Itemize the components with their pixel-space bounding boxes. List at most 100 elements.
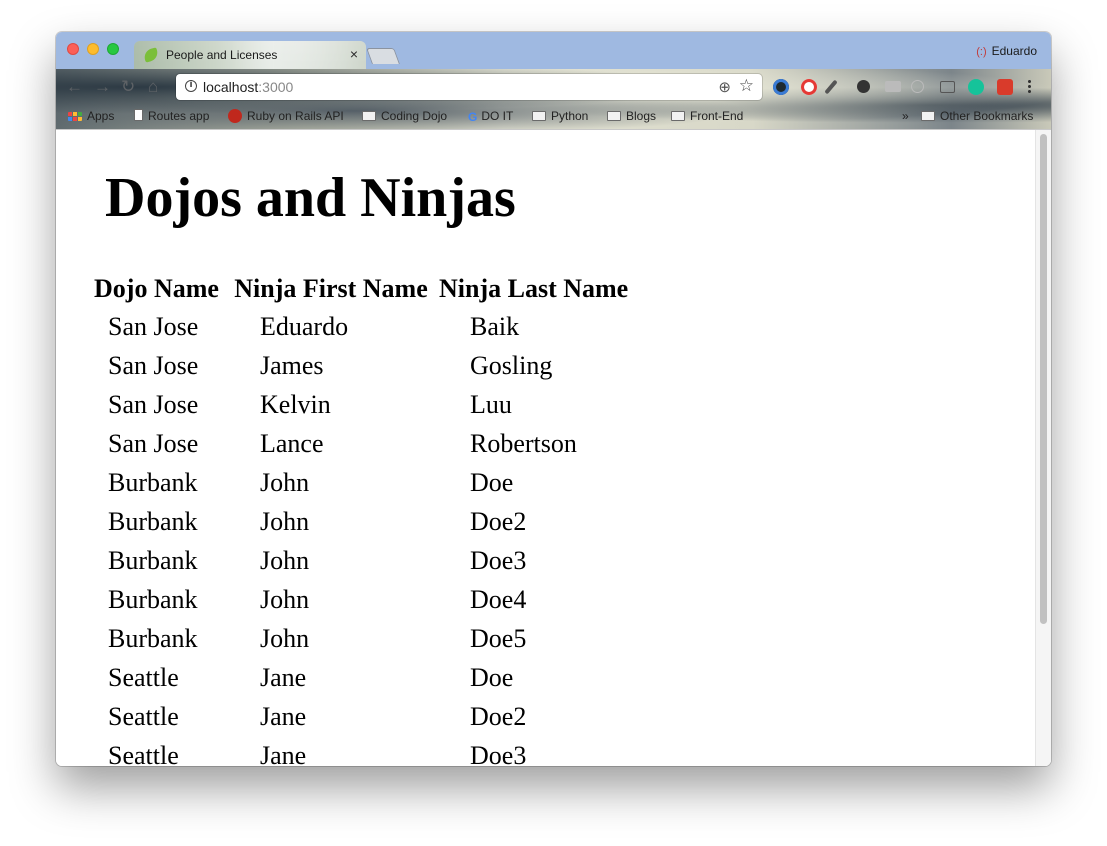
cell-dojo-name: San Jose — [108, 389, 199, 419]
css-extension-icon[interactable] — [885, 81, 901, 92]
bookmark-blogs[interactable]: Blogs — [607, 109, 656, 123]
cell-dojo-name: San Jose — [108, 428, 199, 458]
bookmark-label: Python — [551, 109, 589, 123]
cell-ninja-last-name: Luu — [470, 389, 512, 419]
cell-dojo-name: San Jose — [108, 350, 199, 380]
url-port: :3000 — [258, 79, 294, 95]
home-icon[interactable]: ⌂ — [148, 78, 158, 96]
bookmark-routes-app[interactable]: Routes app — [134, 109, 209, 123]
forward-arrow-icon[interactable]: → — [94, 78, 111, 96]
bookmark-label: Blogs — [626, 109, 657, 123]
cell-ninja-last-name: Doe — [470, 662, 514, 692]
bookmark-ruby-on-rails-api[interactable]: Ruby on Rails API — [228, 109, 344, 123]
cell-ninja-last-name: Doe2 — [470, 701, 527, 731]
info-icon[interactable]: i — [185, 80, 197, 92]
table-row: Burbank John Doe — [88, 463, 630, 502]
google-icon: G — [468, 110, 478, 124]
back-arrow-icon[interactable]: ← — [66, 78, 83, 96]
cell-ninja-first-name: James — [260, 350, 324, 380]
grammarly-icon[interactable] — [968, 79, 984, 95]
table-row: Seattle Jane Doe2 — [88, 697, 630, 736]
new-tab-button[interactable] — [366, 48, 400, 64]
bookmark-front-end[interactable]: Front-End — [671, 109, 743, 123]
browser-window: People and Licenses × (:) Eduardo ← → ↻ ⌂… — [56, 32, 1051, 766]
cell-dojo-name: San Jose — [108, 311, 199, 341]
red-extension-icon[interactable] — [997, 79, 1013, 95]
extension-color-picker-icon[interactable] — [773, 79, 789, 95]
cell-dojo-name: Burbank — [108, 506, 198, 536]
tab-title: People and Licenses — [166, 48, 278, 62]
minimize-window-button[interactable] — [87, 43, 99, 55]
table-row: Burbank John Doe5 — [88, 619, 630, 658]
ruby-icon — [228, 109, 242, 123]
cast-icon[interactable] — [940, 81, 955, 93]
cell-ninja-last-name: Doe2 — [470, 506, 527, 536]
cell-dojo-name: Burbank — [108, 623, 198, 653]
bookmark-star-icon[interactable]: ☆ — [739, 76, 754, 96]
tab-people-and-licenses[interactable]: People and Licenses × — [134, 41, 366, 69]
cell-ninja-first-name: Jane — [260, 701, 307, 731]
vertical-scrollbar[interactable] — [1035, 130, 1051, 766]
reload-icon[interactable]: ↻ — [121, 78, 135, 96]
profile-icon: (:) — [976, 46, 987, 58]
page-viewport: Dojos and Ninjas Dojo Name Ninja First N… — [56, 129, 1051, 766]
cell-ninja-last-name: Doe3 — [470, 740, 527, 767]
cell-ninja-first-name: John — [260, 545, 310, 575]
table-body: San Jose Eduardo Baik San Jose James Gosling S… — [88, 307, 630, 767]
cell-ninja-first-name: Lance — [260, 428, 324, 458]
cell-dojo-name: Burbank — [108, 584, 198, 614]
gear-icon[interactable] — [857, 80, 870, 93]
maximize-window-button[interactable] — [107, 43, 119, 55]
bookmark-do-it[interactable]: G DO IT — [468, 109, 513, 124]
table-row: Burbank John Doe4 — [88, 580, 630, 619]
bookmark-label: Apps — [87, 109, 115, 123]
cell-ninja-first-name: Kelvin — [260, 389, 331, 419]
close-window-button[interactable] — [67, 43, 79, 55]
ninjas-table: Dojo Name Ninja First Name Ninja Last Na… — [88, 270, 630, 767]
leaf-favicon-icon — [142, 47, 160, 63]
bookmark-apps[interactable]: Apps — [68, 109, 114, 123]
cell-ninja-last-name: Doe — [470, 467, 514, 497]
table-row: San Jose James Gosling — [88, 346, 630, 385]
zoom-icon[interactable]: ⊕ — [718, 78, 731, 96]
profile-button[interactable]: (:) Eduardo — [976, 44, 1037, 58]
bookmark-label: DO IT — [481, 109, 514, 123]
cell-ninja-last-name: Baik — [470, 311, 520, 341]
cell-ninja-last-name: Doe3 — [470, 545, 527, 575]
table-header-row: Dojo Name Ninja First Name Ninja Last Na… — [88, 270, 630, 307]
cell-ninja-last-name: Gosling — [470, 350, 553, 380]
folder-icon — [362, 111, 376, 121]
apps-grid-icon — [68, 112, 82, 121]
search-extension-icon[interactable] — [911, 80, 924, 93]
bookmark-coding-dojo[interactable]: Coding Dojo — [362, 109, 447, 123]
profile-name: Eduardo — [991, 44, 1037, 58]
cell-dojo-name: Seattle — [108, 662, 179, 692]
bookmarks-overflow-button[interactable]: » — [902, 109, 909, 123]
folder-icon — [607, 111, 621, 121]
column-header-ninja-first-name: Ninja First Name — [234, 273, 428, 303]
cell-ninja-first-name: John — [260, 623, 310, 653]
cell-ninja-first-name: John — [260, 506, 310, 536]
table-row: Burbank John Doe2 — [88, 502, 630, 541]
menu-kebab-icon[interactable] — [1028, 79, 1031, 93]
opera-icon[interactable] — [801, 79, 817, 95]
table-row: Seattle Jane Doe — [88, 658, 630, 697]
page-icon — [134, 109, 143, 121]
cell-dojo-name: Burbank — [108, 467, 198, 497]
folder-icon — [921, 111, 935, 121]
bookmark-python[interactable]: Python — [532, 109, 588, 123]
url-text[interactable]: localhost:3000 — [203, 79, 293, 95]
cell-ninja-first-name: Jane — [260, 740, 307, 767]
cell-ninja-first-name: Jane — [260, 662, 307, 692]
tab-close-icon[interactable]: × — [350, 46, 358, 62]
table-row: San Jose Kelvin Luu — [88, 385, 630, 424]
bookmarks-bar: Apps Routes app Ruby on Rails API Coding… — [56, 106, 1051, 129]
table-row: Burbank John Doe3 — [88, 541, 630, 580]
address-bar[interactable]: i localhost:3000 ⊕ ☆ — [176, 74, 762, 100]
folder-icon — [532, 111, 546, 121]
cell-ninja-first-name: Eduardo — [260, 311, 349, 341]
bookmark-other-bookmarks[interactable]: Other Bookmarks — [921, 109, 1033, 123]
column-header-ninja-last-name: Ninja Last Name — [439, 273, 629, 303]
bookmark-label: Other Bookmarks — [940, 109, 1034, 123]
scrollbar-thumb[interactable] — [1040, 134, 1047, 624]
